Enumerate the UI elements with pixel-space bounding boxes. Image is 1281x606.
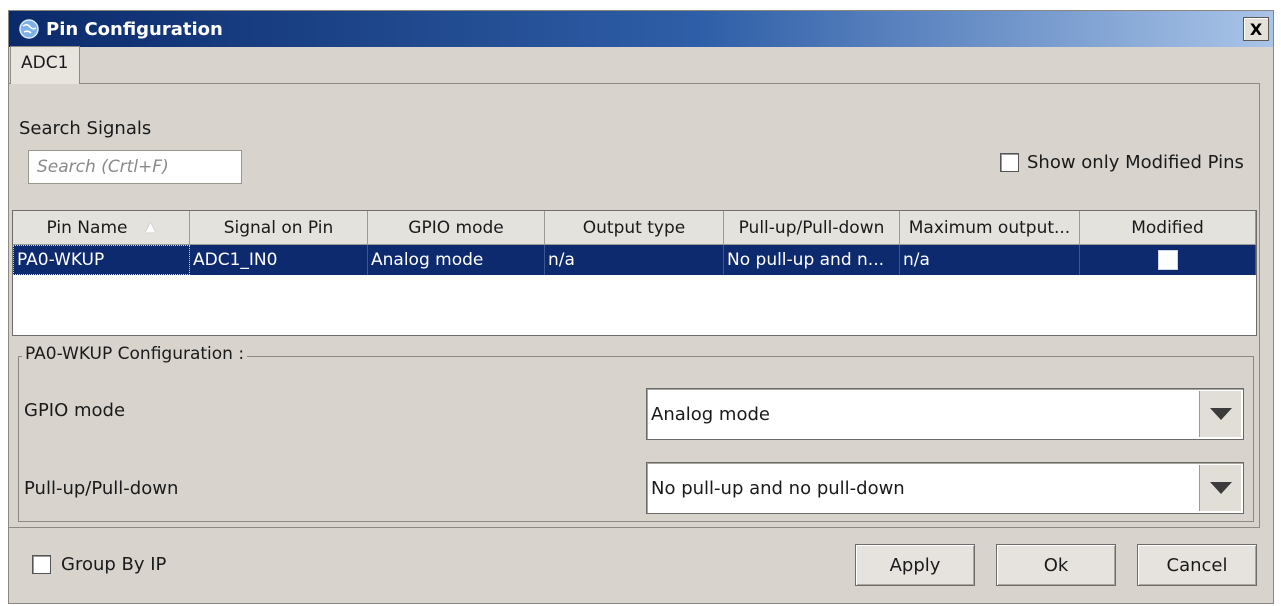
gpio-mode-value: Analog mode <box>651 403 770 425</box>
cell-pin-name[interactable]: PA0-WKUP <box>13 245 190 275</box>
pin-table: Pin Name ▲ Signal on Pin GPIO mode Outpu… <box>12 210 1257 336</box>
modified-checkbox[interactable] <box>1157 250 1178 270</box>
group-by-ip-checkbox[interactable] <box>32 555 51 574</box>
group-by-ip-label: Group By IP <box>61 554 167 575</box>
gpio-mode-label: GPIO mode <box>24 400 126 421</box>
close-button[interactable]: X <box>1243 17 1269 41</box>
chevron-down-icon <box>1209 408 1232 420</box>
column-header-max-output[interactable]: Maximum output... <box>900 211 1080 245</box>
cell-signal[interactable]: ADC1_IN0 <box>190 245 368 275</box>
pull-dropdown-button[interactable] <box>1199 465 1241 511</box>
close-icon: X <box>1249 19 1263 39</box>
gpio-mode-dropdown-button[interactable] <box>1199 391 1241 437</box>
cell-output-type[interactable]: n/a <box>545 245 724 275</box>
column-header-output-type[interactable]: Output type <box>545 211 724 245</box>
show-modified-pins[interactable]: Show only Modified Pins <box>1000 152 1244 173</box>
cancel-button[interactable]: Cancel <box>1137 544 1257 586</box>
cell-max-output[interactable]: n/a <box>900 245 1080 275</box>
show-modified-label: Show only Modified Pins <box>1027 152 1244 173</box>
column-header-signal[interactable]: Signal on Pin <box>190 211 368 245</box>
table-row[interactable]: PA0-WKUP ADC1_IN0 Analog mode n/a No pul… <box>13 245 1256 275</box>
cell-pull[interactable]: No pull-up and n... <box>724 245 900 275</box>
column-header-pull[interactable]: Pull-up/Pull-down <box>724 211 900 245</box>
search-signals-label: Search Signals <box>19 118 152 139</box>
show-modified-checkbox[interactable] <box>1000 153 1019 172</box>
configuration-group-title: PA0-WKUP Configuration : <box>22 344 248 364</box>
tab-adc1[interactable]: ADC1 <box>10 46 80 84</box>
window-title: Pin Configuration <box>46 18 223 40</box>
pull-select[interactable]: No pull-up and no pull-down <box>646 462 1244 514</box>
pull-label: Pull-up/Pull-down <box>24 478 179 499</box>
apply-button[interactable]: Apply <box>855 544 975 586</box>
column-header-modified[interactable]: Modified <box>1080 211 1256 245</box>
tab-adc1-label: ADC1 <box>21 53 69 73</box>
ok-button[interactable]: Ok <box>996 544 1116 586</box>
cell-modified[interactable] <box>1080 245 1256 275</box>
table-header: Pin Name ▲ Signal on Pin GPIO mode Outpu… <box>13 211 1256 245</box>
search-input[interactable] <box>28 150 242 184</box>
sort-ascending-icon: ▲ <box>145 220 156 235</box>
gpio-mode-select[interactable]: Analog mode <box>646 388 1244 440</box>
column-header-pin-name[interactable]: Pin Name ▲ <box>13 211 190 245</box>
group-by-ip[interactable]: Group By IP <box>32 554 166 575</box>
app-globe-icon <box>19 19 39 39</box>
pull-value: No pull-up and no pull-down <box>651 477 905 499</box>
chevron-down-icon <box>1209 482 1232 494</box>
column-header-gpio-mode[interactable]: GPIO mode <box>368 211 545 245</box>
cell-gpio-mode[interactable]: Analog mode <box>368 245 545 275</box>
title-bar[interactable]: Pin Configuration X <box>9 11 1273 47</box>
